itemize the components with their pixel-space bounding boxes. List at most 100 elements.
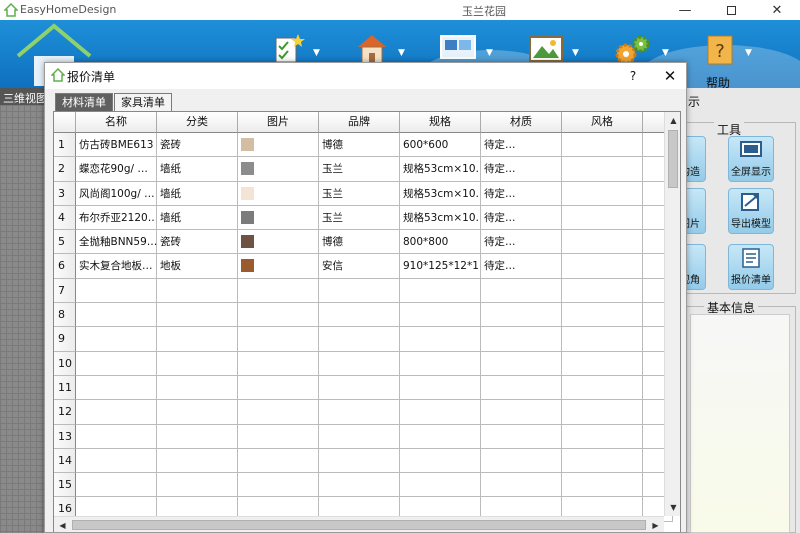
cell-style[interactable] bbox=[562, 448, 643, 474]
cell-name[interactable]: 风尚阁100g/ … bbox=[76, 181, 157, 206]
cell-style[interactable] bbox=[562, 133, 643, 158]
table-row[interactable]: 2 蝶恋花90g/ … 墙纸 玉兰 规格53cm×10… 待定… bbox=[54, 157, 673, 182]
row-number[interactable]: 2 bbox=[54, 157, 76, 182]
horizontal-scrollbar[interactable]: ◀ ▶ bbox=[54, 516, 664, 532]
cell-material[interactable]: 待定… bbox=[481, 181, 562, 206]
row-number[interactable]: 14 bbox=[54, 448, 76, 474]
table-row[interactable]: 13 bbox=[54, 424, 673, 449]
cell-spec[interactable] bbox=[400, 351, 481, 376]
table-row[interactable]: 7 bbox=[54, 278, 673, 304]
chevron-down-icon[interactable]: ▼ bbox=[745, 48, 752, 58]
cell-spec[interactable]: 800*800 bbox=[400, 230, 481, 255]
row-number[interactable]: 11 bbox=[54, 375, 76, 401]
cell-category[interactable] bbox=[157, 351, 238, 376]
window-close-button[interactable]: ✕ bbox=[754, 0, 800, 20]
row-number[interactable]: 12 bbox=[54, 400, 76, 425]
cell-brand[interactable] bbox=[319, 351, 400, 376]
cell-name[interactable] bbox=[76, 375, 157, 401]
cell-category[interactable] bbox=[157, 327, 238, 352]
cell-image[interactable] bbox=[238, 327, 319, 352]
table-row[interactable]: 3 风尚阁100g/ … 墙纸 玉兰 规格53cm×10… 待定… bbox=[54, 181, 673, 206]
cell-style[interactable] bbox=[562, 205, 643, 231]
column-header-name[interactable]: 名称 bbox=[76, 112, 157, 133]
table-row[interactable]: 10 bbox=[54, 351, 673, 376]
cell-brand[interactable] bbox=[319, 424, 400, 449]
row-number[interactable]: 7 bbox=[54, 278, 76, 304]
row-number[interactable]: 8 bbox=[54, 303, 76, 328]
cell-name[interactable] bbox=[76, 448, 157, 474]
maximize-button[interactable] bbox=[708, 0, 754, 20]
structure-button[interactable]: 构造 bbox=[686, 136, 706, 182]
cell-spec[interactable] bbox=[400, 375, 481, 401]
cell-brand[interactable]: 安信 bbox=[319, 254, 400, 279]
picture-button[interactable]: 图片 bbox=[686, 188, 706, 234]
quote-list-button[interactable]: 报价清单 bbox=[728, 244, 774, 290]
cell-style[interactable] bbox=[562, 351, 643, 376]
cell-style[interactable] bbox=[562, 375, 643, 401]
cell-style[interactable] bbox=[562, 327, 643, 352]
cell-style[interactable] bbox=[562, 303, 643, 328]
cell-style[interactable] bbox=[562, 278, 643, 304]
table-row[interactable]: 9 bbox=[54, 327, 673, 352]
row-number[interactable]: 1 bbox=[54, 133, 76, 158]
cell-style[interactable] bbox=[562, 157, 643, 182]
cell-material[interactable] bbox=[481, 303, 562, 328]
cell-category[interactable] bbox=[157, 424, 238, 449]
column-header-style[interactable]: 风格 bbox=[562, 112, 643, 133]
cell-category[interactable] bbox=[157, 278, 238, 304]
cell-name[interactable]: 蝶恋花90g/ … bbox=[76, 157, 157, 182]
table-row[interactable]: 15 bbox=[54, 473, 673, 498]
cell-style[interactable] bbox=[562, 181, 643, 206]
cell-spec[interactable]: 600*600 bbox=[400, 133, 481, 158]
cell-brand[interactable]: 玉兰 bbox=[319, 157, 400, 182]
cell-brand[interactable]: 玉兰 bbox=[319, 181, 400, 206]
scroll-up-icon[interactable]: ▲ bbox=[665, 112, 680, 129]
fullscreen-button[interactable]: 全屏显示 bbox=[728, 136, 774, 182]
chevron-down-icon[interactable]: ▼ bbox=[313, 48, 320, 58]
cell-material[interactable]: 待定… bbox=[481, 133, 562, 158]
cell-image[interactable] bbox=[238, 375, 319, 401]
cell-image[interactable] bbox=[238, 157, 319, 182]
cell-brand[interactable] bbox=[319, 327, 400, 352]
cell-spec[interactable] bbox=[400, 303, 481, 328]
chevron-down-icon[interactable]: ▼ bbox=[398, 48, 405, 58]
cell-material[interactable]: 待定… bbox=[481, 157, 562, 182]
table-row[interactable]: 8 bbox=[54, 303, 673, 328]
cell-image[interactable] bbox=[238, 424, 319, 449]
cell-material[interactable] bbox=[481, 375, 562, 401]
cell-category[interactable]: 墙纸 bbox=[157, 157, 238, 182]
dialog-close-button[interactable]: ✕ bbox=[657, 66, 683, 86]
cell-image[interactable] bbox=[238, 205, 319, 231]
cell-material[interactable] bbox=[481, 327, 562, 352]
cell-category[interactable] bbox=[157, 448, 238, 474]
vertical-scroll-thumb[interactable] bbox=[668, 130, 678, 188]
tab-materials[interactable]: 材料清单 bbox=[55, 93, 113, 111]
cell-material[interactable] bbox=[481, 351, 562, 376]
cell-spec[interactable] bbox=[400, 278, 481, 304]
design-canvas[interactable] bbox=[0, 105, 44, 533]
cell-category[interactable] bbox=[157, 400, 238, 425]
cell-material[interactable]: 待定… bbox=[481, 254, 562, 279]
cell-category[interactable] bbox=[157, 303, 238, 328]
cell-brand[interactable] bbox=[319, 400, 400, 425]
cell-image[interactable] bbox=[238, 230, 319, 255]
cell-image[interactable] bbox=[238, 448, 319, 474]
cell-category[interactable]: 地板 bbox=[157, 254, 238, 279]
table-row[interactable]: 4 布尔乔亚2120… 墙纸 玉兰 规格53cm×10… 待定… bbox=[54, 205, 673, 231]
cell-category[interactable]: 墙纸 bbox=[157, 205, 238, 231]
export-model-button[interactable]: 导出模型 bbox=[728, 188, 774, 234]
cell-name[interactable] bbox=[76, 424, 157, 449]
row-number[interactable]: 6 bbox=[54, 254, 76, 279]
view-angle-button[interactable]: 视角 bbox=[686, 244, 706, 290]
cell-brand[interactable]: 博德 bbox=[319, 230, 400, 255]
cell-spec[interactable] bbox=[400, 327, 481, 352]
cell-brand[interactable]: 玉兰 bbox=[319, 205, 400, 231]
column-header-spec[interactable]: 规格 bbox=[400, 112, 481, 133]
column-header-image[interactable]: 图片 bbox=[238, 112, 319, 133]
cell-spec[interactable]: 910*125*12*1… bbox=[400, 254, 481, 279]
scroll-left-icon[interactable]: ◀ bbox=[54, 517, 71, 532]
row-number[interactable]: 3 bbox=[54, 181, 76, 206]
column-header-material[interactable]: 材质 bbox=[481, 112, 562, 133]
cell-brand[interactable] bbox=[319, 278, 400, 304]
cell-spec[interactable]: 规格53cm×10… bbox=[400, 205, 481, 231]
